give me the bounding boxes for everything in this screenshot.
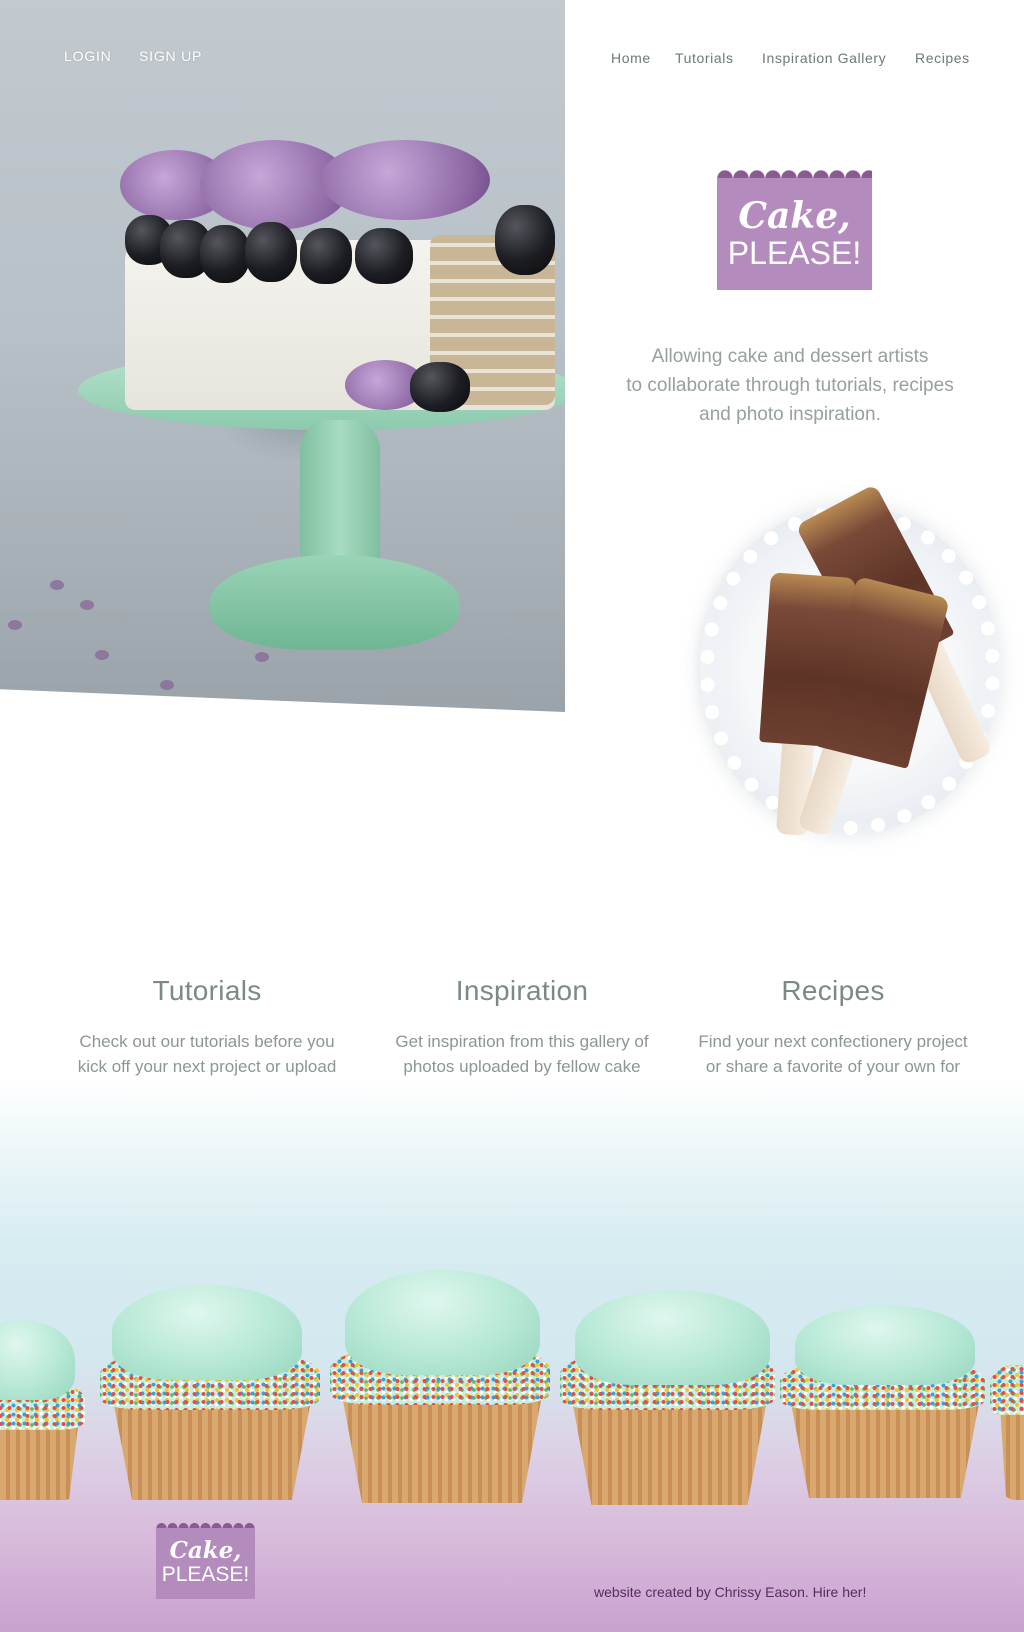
lilac-cluster [320, 140, 490, 220]
logo-script-text: Cake, [738, 195, 851, 237]
cupcake-frosting [0, 1320, 75, 1400]
cake-stand-stem [300, 420, 380, 570]
popsicle-image [640, 465, 1024, 885]
petal [255, 652, 269, 662]
nav-home[interactable]: Home [611, 50, 651, 66]
tagline-line: to collaborate through tutorials, recipe… [626, 375, 954, 396]
nav-recipes[interactable]: Recipes [915, 50, 970, 66]
cupcake-frosting [795, 1305, 975, 1385]
petal [95, 650, 109, 660]
logo-scallop-border [156, 1519, 255, 1528]
logo-script-text: Cake, [169, 1537, 242, 1564]
petal [80, 600, 94, 610]
signup-link[interactable]: SIGN UP [139, 48, 202, 64]
blackberry [355, 228, 413, 284]
feature-title: Inspiration [455, 975, 589, 1006]
cupcake-frosting [112, 1285, 302, 1380]
cake-stand-base [210, 555, 460, 650]
blackberry [245, 222, 297, 282]
logo-caps-text: PLEASE! [727, 235, 862, 271]
tagline-line: Allowing cake and dessert artists [651, 346, 929, 367]
cupcake-liner [790, 1398, 980, 1498]
logo-caps-text: PLEASE! [161, 1563, 250, 1586]
feature-title: Recipes [781, 975, 885, 1006]
login-link[interactable]: LOGIN [64, 48, 112, 64]
logo-scallop-border [717, 164, 872, 178]
blackberry [495, 205, 555, 275]
hero-tagline: Allowing cake and dessert artists to col… [600, 342, 980, 429]
cupcakes-image [0, 1080, 1024, 1632]
cupcake-sprinkles [990, 1365, 1024, 1415]
petal [50, 580, 64, 590]
footer-credit-link[interactable]: website created by Chrissy Eason. Hire h… [594, 1584, 866, 1600]
cupcake-liner [342, 1395, 542, 1503]
cupcake-liner [1000, 1405, 1024, 1500]
blackberry [200, 225, 250, 283]
blackberry [410, 362, 470, 412]
footer-logo[interactable]: Cake, PLEASE! [156, 1519, 255, 1599]
petal [160, 680, 174, 690]
cupcake-frosting [575, 1290, 770, 1385]
petal [8, 620, 22, 630]
brand-logo[interactable]: Cake, PLEASE! [717, 164, 872, 290]
feature-title: Tutorials [152, 975, 262, 1006]
nav-tutorials[interactable]: Tutorials [675, 50, 734, 66]
cupcake-frosting [345, 1270, 540, 1375]
nav-inspiration-gallery[interactable]: Inspiration Gallery [762, 50, 886, 66]
hero-cake-image [0, 0, 565, 712]
cupcake-liner [112, 1395, 312, 1500]
blackberry [300, 228, 352, 284]
tagline-line: and photo inspiration. [699, 404, 881, 425]
cupcake-liner [572, 1400, 767, 1505]
